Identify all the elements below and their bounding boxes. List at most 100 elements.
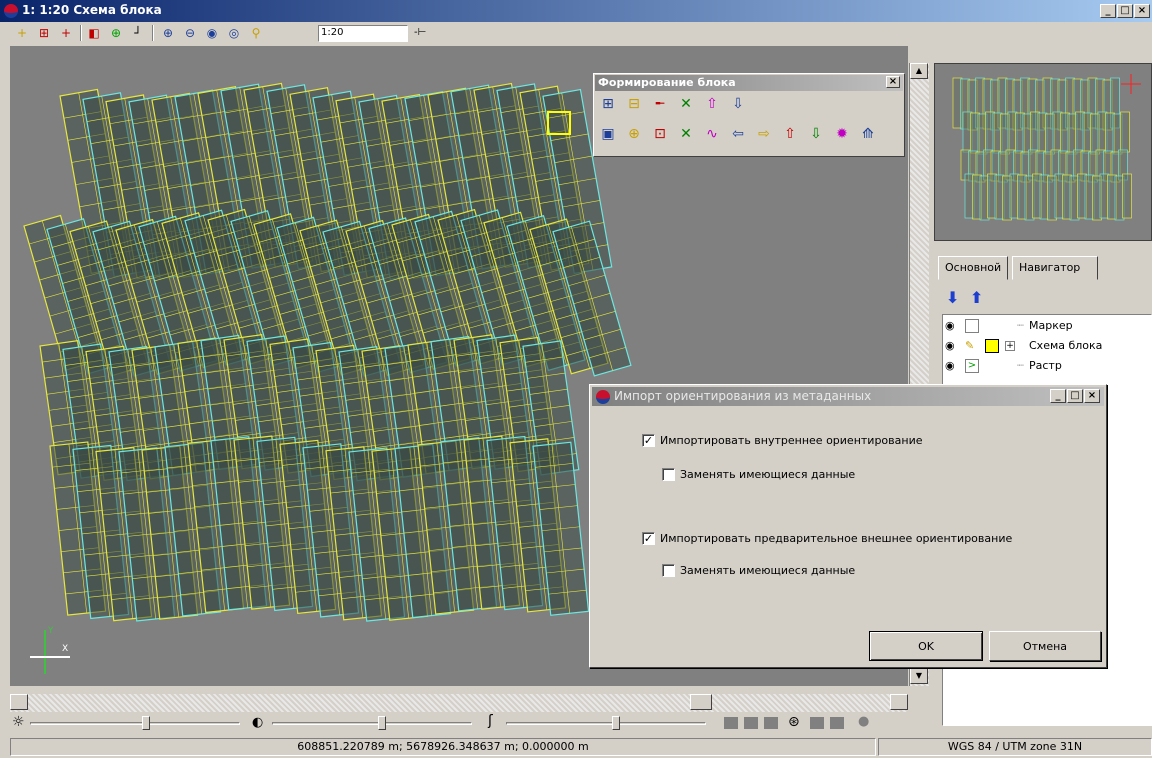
block-row1-tool-icon-4[interactable]: ✕ <box>678 96 694 112</box>
block-row1-tool-icon-2[interactable]: ⊟ <box>626 96 642 112</box>
view-mode-icon-3[interactable] <box>764 717 778 729</box>
replace-interior-checkbox[interactable] <box>662 468 675 481</box>
block-row1-tool-icon-5[interactable]: ⇧ <box>704 96 720 112</box>
grid-icon[interactable]: ⊕ <box>108 25 124 41</box>
block-row2-tool-icon-6[interactable]: ⇦ <box>730 126 746 142</box>
ok-button[interactable]: OK <box>869 631 983 661</box>
expand-icon[interactable]: + <box>1005 341 1015 351</box>
zoom-window-icon[interactable]: ◎ <box>226 25 242 41</box>
status-crs: WGS 84 / UTM zone 31N <box>878 738 1152 756</box>
brightness-icon: ☼ <box>12 714 25 730</box>
scale-apply-icon[interactable]: -⊢ <box>414 27 426 38</box>
overview-footprint <box>1120 111 1130 153</box>
dialog-maximize-button[interactable]: □ <box>1067 389 1083 403</box>
replace-interior-label: Заменять имеющиеся данные <box>680 468 856 481</box>
brightness-slider[interactable] <box>141 716 150 730</box>
scroll-left-button[interactable] <box>10 694 28 710</box>
scroll-down-button[interactable]: ▼ <box>910 668 928 684</box>
move-down-icon[interactable]: ⬇ <box>946 288 959 307</box>
layer-icon[interactable]: ◧ <box>86 25 102 41</box>
eye-icon[interactable]: ◉ <box>945 317 955 335</box>
app-icon <box>4 4 18 18</box>
block-row1-tool-icon-3[interactable]: ╾ <box>652 96 668 112</box>
lens-icon[interactable]: ⊛ <box>788 714 800 730</box>
contrast-track[interactable] <box>272 722 472 725</box>
status-bar: 608851.220789 m; 5678926.348637 m; 0.000… <box>0 736 1152 758</box>
scroll-right-button[interactable] <box>890 694 908 710</box>
block-row2-tool-icon-11[interactable]: ⟰ <box>860 126 876 142</box>
overview-svg <box>952 74 1141 221</box>
block-row2-tool-icon-3[interactable]: ⊡ <box>652 126 668 142</box>
import-interior-label: Импортировать внутреннее ориентирование <box>660 434 923 447</box>
gamma-slider[interactable] <box>612 716 620 730</box>
block-row2-tool-icon-8[interactable]: ⇧ <box>782 126 798 142</box>
horizontal-scrollbar[interactable] <box>10 694 908 712</box>
block-row2-tool-icon-4[interactable]: ✕ <box>678 126 694 142</box>
dialog-close-button[interactable]: × <box>1084 389 1100 403</box>
block-tool-close-button[interactable]: × <box>886 76 900 88</box>
window-titlebar: 1: 1:20 Схема блока _ □ × <box>0 0 1152 22</box>
brightness-track[interactable] <box>30 722 240 725</box>
eye-icon[interactable]: ◉ <box>945 337 955 355</box>
block-row1-tool-icon-1[interactable]: ⊞ <box>600 96 616 112</box>
import-interior-checkbox[interactable]: ✓ <box>642 434 655 447</box>
block-row2-tool-icon-7[interactable]: ⇨ <box>756 126 772 142</box>
block-row2-tool-icon-5[interactable]: ∿ <box>704 126 720 142</box>
eye-icon[interactable]: ◉ <box>945 357 955 375</box>
block-row2-tool-icon-1[interactable]: ▣ <box>600 126 616 142</box>
raster-icon[interactable]: > <box>965 359 979 373</box>
replace-exterior-checkbox[interactable] <box>662 564 675 577</box>
gamma-track[interactable] <box>506 722 706 725</box>
block-row1-tool-icon-6[interactable]: ⇩ <box>730 96 746 112</box>
replace-exterior-label: Заменять имеющиеся данные <box>680 564 856 577</box>
block-color-swatch[interactable] <box>985 339 999 353</box>
maximize-button[interactable]: □ <box>1117 4 1133 18</box>
add-frame-icon[interactable]: ⊞ <box>36 25 52 41</box>
pencil-icon[interactable]: ✎ <box>965 337 974 355</box>
block-row2-tool-icon-10[interactable]: ✹ <box>834 126 850 142</box>
toolbar-separator <box>152 25 154 41</box>
minimize-button[interactable]: _ <box>1100 4 1116 18</box>
scroll-thumb[interactable] <box>690 694 712 710</box>
dialog-title: Импорт ориентирования из метаданных <box>592 387 1104 406</box>
zoom-fit-icon[interactable]: ◉ <box>204 25 220 41</box>
axis-indicator: Y X <box>30 626 70 676</box>
axis-y-label: Y <box>48 626 54 636</box>
view-mode-icon-2[interactable] <box>744 717 758 729</box>
cancel-button[interactable]: Отмена <box>989 631 1101 661</box>
block-tool-row-1: ⊞ ⊟ ╾ ✕ ⇧ ⇩ <box>598 94 898 118</box>
block-tool-row-2: ▣ ⊕ ⊡ ✕ ∿ ⇦ ⇨ ⇧ ⇩ ✹ ⟰ <box>598 124 898 148</box>
tab-navigator[interactable]: Навигатор <box>1012 256 1098 280</box>
lock-icon[interactable]: ● <box>858 714 869 729</box>
import-exterior-checkbox[interactable]: ✓ <box>642 532 655 545</box>
view-mode-icon-4[interactable] <box>810 717 824 729</box>
close-button[interactable]: × <box>1134 4 1150 18</box>
contrast-slider[interactable] <box>378 716 386 730</box>
add-marker-icon[interactable]: + <box>58 25 74 41</box>
image-adjust-row: ☼ ◐ ʃ ⊛ ● <box>10 712 930 734</box>
zoom-in-icon[interactable]: ⊕ <box>160 25 176 41</box>
add-point-icon[interactable]: + <box>14 25 30 41</box>
move-up-icon[interactable]: ⬆ <box>970 288 983 307</box>
block-row2-tool-icon-9[interactable]: ⇩ <box>808 126 824 142</box>
contrast-icon: ◐ <box>252 715 264 730</box>
scroll-up-button[interactable]: ▲ <box>910 63 928 79</box>
scale-input[interactable]: 1:20 <box>318 25 408 42</box>
block-tool-title: Формирование блока <box>595 75 903 91</box>
marker-color-swatch[interactable] <box>965 319 979 333</box>
toolbar-separator <box>80 25 82 41</box>
block-row2-tool-icon-2[interactable]: ⊕ <box>626 126 642 142</box>
zoom-out-icon[interactable]: ⊖ <box>182 25 198 41</box>
import-orientation-dialog: Импорт ориентирования из метаданных _ □ … <box>589 384 1107 668</box>
view-mode-icon-1[interactable] <box>724 717 738 729</box>
gamma-icon: ʃ <box>488 713 493 729</box>
status-coordinates: 608851.220789 m; 5678926.348637 m; 0.000… <box>10 738 876 756</box>
dialog-app-icon <box>596 390 610 404</box>
window-title: 1: 1:20 Схема блока <box>22 3 162 17</box>
dialog-minimize-button[interactable]: _ <box>1050 389 1066 403</box>
corner-icon[interactable]: ┘ <box>130 25 146 41</box>
zoom-scale-icon[interactable]: ⚲ <box>248 25 264 41</box>
overview-map[interactable] <box>934 63 1152 241</box>
view-mode-icon-5[interactable] <box>830 717 844 729</box>
tab-main[interactable]: Основной <box>938 256 1008 280</box>
